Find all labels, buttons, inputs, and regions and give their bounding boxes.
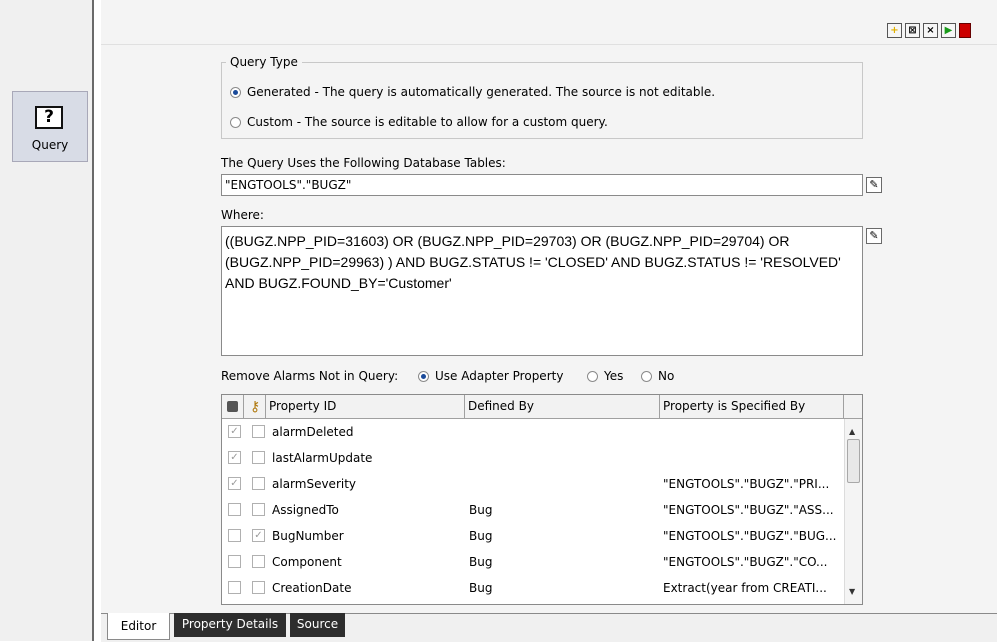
property-id-cell: BugNumber <box>272 529 344 543</box>
specified-by-cell: Extract(year from CREATI... <box>663 581 827 595</box>
specified-by-cell: "ENGTOOLS"."BUGZ"."ASS... <box>663 503 834 517</box>
edit-where-icon[interactable]: ✎ <box>866 228 882 244</box>
column-header-defined-by[interactable]: Defined By <box>465 395 660 419</box>
defined-by-cell: Bug <box>469 581 493 595</box>
key-checkbox[interactable] <box>252 451 265 464</box>
question-mark-icon: ? <box>35 106 63 129</box>
key-checkbox[interactable] <box>252 581 265 594</box>
lock-checkbox[interactable]: ✓ <box>228 451 241 464</box>
table-row[interactable]: ✓ BugNumber Bug "ENGTOOLS"."BUGZ"."BUG... <box>222 523 844 549</box>
property-id-cell: alarmSeverity <box>272 477 357 491</box>
tables-value: "ENGTOOLS"."BUGZ" <box>225 178 352 192</box>
property-id-cell: AssignedTo <box>272 503 339 517</box>
tab-property-details[interactable]: Property Details <box>174 613 286 637</box>
table-row[interactable]: ✓ alarmDeleted <box>222 419 844 445</box>
lock-checkbox[interactable] <box>228 555 241 568</box>
key-checkbox[interactable] <box>252 503 265 516</box>
where-value: ((BUGZ.NPP_PID=31603) OR (BUGZ.NPP_PID=2… <box>225 233 841 291</box>
table-row[interactable]: CreationDate Bug Extract(year from CREATI.… <box>222 575 844 601</box>
bottom-tab-bar: Editor Property Details Source <box>101 613 997 642</box>
new-icon[interactable]: + <box>887 23 902 38</box>
property-id-cell: lastAlarmUpdate <box>272 451 373 465</box>
defined-by-cell: Bug <box>469 555 493 569</box>
no-label[interactable]: No <box>658 369 674 383</box>
lock-checkbox[interactable]: ✓ <box>228 425 241 438</box>
table-row[interactable]: AssignedTo Bug "ENGTOOLS"."BUGZ"."ASS... <box>222 497 844 523</box>
delete-icon[interactable]: ⊠ <box>905 23 920 38</box>
table-row[interactable]: ✓ alarmSeverity "ENGTOOLS"."BUGZ"."PRI... <box>222 471 844 497</box>
scroll-up-icon[interactable]: ▲ <box>849 427 855 436</box>
scroll-thumb[interactable] <box>847 439 860 483</box>
close-icon[interactable]: × <box>923 23 938 38</box>
table-row[interactable]: ✓ lastAlarmUpdate <box>222 445 844 471</box>
edit-tables-icon[interactable]: ✎ <box>866 177 882 193</box>
key-column-header[interactable]: ⚷ <box>244 395 266 419</box>
yes-label[interactable]: Yes <box>604 369 623 383</box>
custom-label[interactable]: Custom - The source is editable to allow… <box>247 115 608 129</box>
no-radio[interactable] <box>641 371 652 382</box>
key-checkbox[interactable]: ✓ <box>252 529 265 542</box>
key-checkbox[interactable] <box>252 477 265 490</box>
column-header-filler <box>844 395 862 419</box>
yes-radio[interactable] <box>587 371 598 382</box>
tab-editor[interactable]: Editor <box>107 613 170 640</box>
column-header-specified-by[interactable]: Property is Specified By <box>660 395 844 419</box>
specified-by-cell: "ENGTOOLS"."BUGZ"."CO... <box>663 555 828 569</box>
use-adapter-property-radio[interactable] <box>418 371 429 382</box>
property-id-cell: CreationDate <box>272 581 352 595</box>
remove-alarms-label: Remove Alarms Not in Query: <box>221 369 399 383</box>
stop-icon[interactable] <box>959 23 971 38</box>
generated-radio[interactable] <box>230 87 241 98</box>
lock-icon <box>227 401 238 412</box>
run-icon[interactable]: ▶ <box>941 23 956 38</box>
table-scrollbar[interactable]: ▲ ▼ <box>844 419 862 604</box>
sidebar-item-query[interactable]: ? Query <box>12 91 88 162</box>
lock-checkbox[interactable] <box>228 503 241 516</box>
where-label: Where: <box>221 208 264 222</box>
generated-label[interactable]: Generated - The query is automatically g… <box>247 85 715 99</box>
defined-by-cell: Bug <box>469 503 493 517</box>
query-type-legend: Query Type <box>226 55 302 69</box>
toolbar: + ⊠ × ▶ <box>101 0 997 45</box>
table-row[interactable]: Component Bug "ENGTOOLS"."BUGZ"."CO... <box>222 549 844 575</box>
key-checkbox[interactable] <box>252 555 265 568</box>
tab-source[interactable]: Source <box>290 613 345 637</box>
sidebar-item-label: Query <box>31 138 69 152</box>
tables-label: The Query Uses the Following Database Ta… <box>221 156 506 170</box>
defined-by-cell: Bug <box>469 529 493 543</box>
property-id-cell: alarmDeleted <box>272 425 354 439</box>
sidebar-divider <box>92 0 94 641</box>
lock-checkbox[interactable] <box>228 529 241 542</box>
scroll-down-icon[interactable]: ▼ <box>849 587 855 596</box>
tables-field[interactable]: "ENGTOOLS"."BUGZ" <box>221 174 863 196</box>
lock-checkbox[interactable]: ✓ <box>228 477 241 490</box>
column-header-property-id[interactable]: Property ID <box>266 395 465 419</box>
specified-by-cell: "ENGTOOLS"."BUGZ"."BUG... <box>663 529 837 543</box>
property-id-cell: Component <box>272 555 342 569</box>
key-checkbox[interactable] <box>252 425 265 438</box>
lock-column-header[interactable] <box>222 395 244 419</box>
specified-by-cell: "ENGTOOLS"."BUGZ"."PRI... <box>663 477 830 491</box>
lock-checkbox[interactable] <box>228 581 241 594</box>
custom-radio[interactable] <box>230 117 241 128</box>
property-table: ⚷ Property ID Defined By Property is Spe… <box>221 394 863 605</box>
use-adapter-property-label[interactable]: Use Adapter Property <box>435 369 563 383</box>
key-icon: ⚷ <box>250 399 261 415</box>
